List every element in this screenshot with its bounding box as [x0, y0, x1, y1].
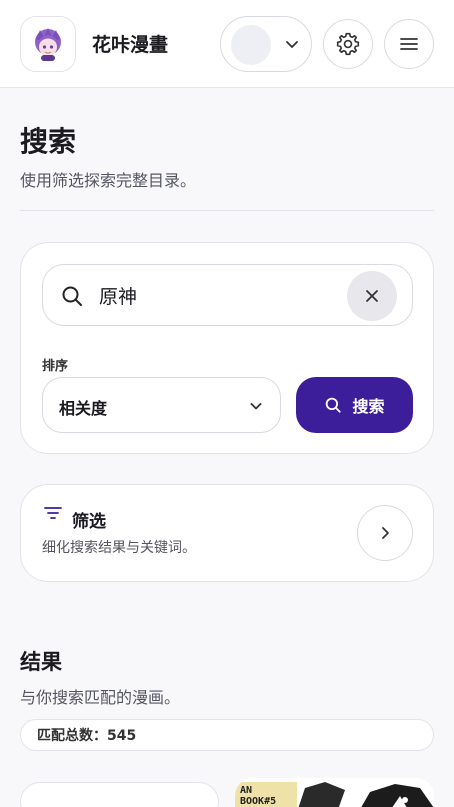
avatar	[231, 25, 271, 65]
filter-subtitle: 细化搜索结果与关键词。	[42, 540, 196, 556]
sort-value: 相关度	[59, 399, 108, 418]
search-input[interactable]	[99, 277, 339, 313]
cover-text: AN BOOK#5 PY	[238, 784, 279, 807]
filter-icon	[44, 507, 62, 519]
filter-card[interactable]: 筛选 细化搜索结果与关键词。	[20, 484, 434, 582]
hamburger-menu-icon	[400, 38, 418, 50]
chevron-down-icon	[286, 41, 298, 48]
anime-avatar-logo-icon	[35, 28, 61, 61]
chevron-right-icon	[382, 527, 389, 539]
page-subtitle: 使用筛选探索完整目录。	[20, 171, 197, 190]
sort-select[interactable]: 相关度	[42, 377, 281, 433]
result-card[interactable]: AN BOOK#5 PY	[235, 778, 434, 807]
clear-search-button[interactable]	[347, 271, 397, 321]
search-card: 排序 相关度 搜索	[20, 242, 434, 454]
match-count-badge: 匹配总数：545	[20, 719, 434, 751]
chevron-down-icon	[250, 403, 262, 410]
search-button[interactable]: 搜索	[296, 377, 413, 433]
result-card[interactable]	[20, 782, 219, 807]
close-icon	[366, 290, 378, 302]
results-title: 结果	[20, 650, 62, 674]
search-icon	[62, 286, 82, 306]
filter-open-button[interactable]	[357, 505, 413, 561]
sort-label: 排序	[42, 359, 69, 374]
search-button-label: 搜索	[352, 397, 385, 416]
gear-icon	[336, 32, 360, 56]
divider	[20, 210, 434, 211]
account-switcher[interactable]	[220, 16, 312, 72]
menu-button[interactable]	[384, 19, 434, 69]
filter-title: 筛选	[72, 512, 106, 532]
app-header: 花咔漫畫	[0, 0, 454, 88]
settings-button[interactable]	[323, 19, 373, 69]
logo[interactable]	[20, 16, 76, 72]
search-box	[42, 264, 413, 326]
search-icon	[326, 397, 342, 413]
brand-name: 花咔漫畫	[92, 34, 169, 56]
results-subtitle: 与你搜索匹配的漫画。	[20, 688, 181, 707]
page-title: 搜索	[20, 125, 77, 158]
